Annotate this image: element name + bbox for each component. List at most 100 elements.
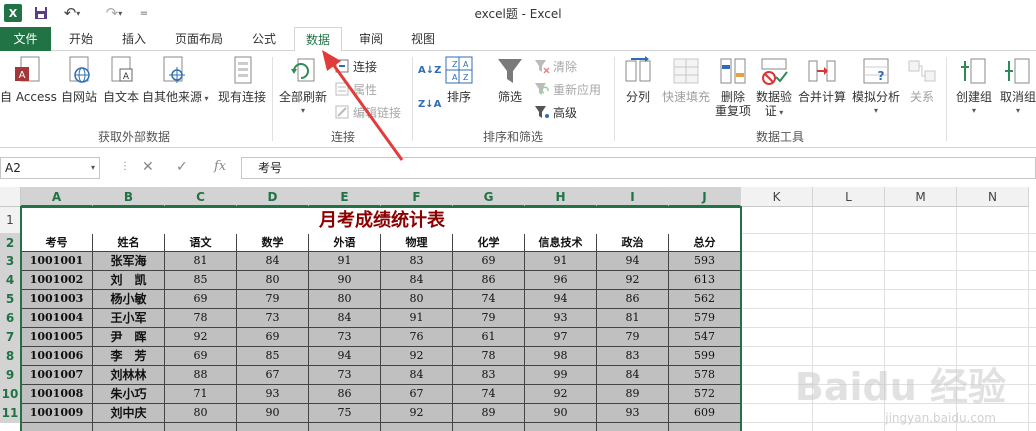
tab-formulas[interactable]: 公式 <box>240 27 288 51</box>
column-header-n[interactable]: N <box>957 187 1029 207</box>
row-header-10[interactable]: 10 <box>0 385 21 404</box>
student-name-cell[interactable]: 张军海 <box>93 252 165 271</box>
properties-button[interactable]: 属性 <box>334 80 377 98</box>
column-header-c[interactable]: C <box>165 187 237 207</box>
tab-file[interactable]: 文件 <box>0 27 51 51</box>
student-name-cell[interactable]: 朱小巧 <box>93 385 165 404</box>
from-other-sources-button[interactable]: 自其他来源 ▾ <box>142 55 209 106</box>
score-cell[interactable]: 83 <box>381 252 453 271</box>
score-cell[interactable]: 73 <box>309 366 381 385</box>
score-cell[interactable]: 92 <box>597 271 669 290</box>
column-header-m[interactable]: M <box>885 187 957 207</box>
tab-page-layout[interactable]: 页面布局 <box>166 27 232 51</box>
row-header-1[interactable]: 1 <box>0 207 21 234</box>
table-header-cell[interactable]: 信息技术 <box>525 234 597 252</box>
tab-home[interactable]: 开始 <box>57 27 105 51</box>
column-header-l[interactable]: L <box>813 187 885 207</box>
score-cell[interactable]: 69 <box>165 347 237 366</box>
score-cell[interactable]: 80 <box>237 271 309 290</box>
score-cell[interactable]: 78 <box>453 347 525 366</box>
sort-ascending-button[interactable]: A↓Z <box>418 61 441 79</box>
column-header-k[interactable]: K <box>741 187 813 207</box>
score-cell[interactable]: 84 <box>237 252 309 271</box>
sort-descending-button[interactable]: Z↓A <box>418 95 441 113</box>
clear-button[interactable]: 清除 <box>534 57 577 75</box>
score-cell[interactable]: 78 <box>165 309 237 328</box>
group-button[interactable]: 创建组 ▾ <box>952 55 996 118</box>
score-cell[interactable]: 73 <box>237 309 309 328</box>
score-cell[interactable]: 91 <box>525 252 597 271</box>
score-cell[interactable]: 93 <box>525 309 597 328</box>
student-id-cell[interactable]: 1001009 <box>21 404 93 423</box>
score-cell[interactable]: 89 <box>453 404 525 423</box>
score-cell[interactable]: 84 <box>309 309 381 328</box>
score-cell[interactable]: 613 <box>669 271 741 290</box>
score-cell[interactable]: 79 <box>237 290 309 309</box>
score-cell[interactable]: 96 <box>525 271 597 290</box>
score-cell[interactable]: 67 <box>237 366 309 385</box>
score-cell[interactable]: 69 <box>165 290 237 309</box>
name-box[interactable]: A2 ▾ <box>0 157 100 179</box>
score-cell[interactable]: 93 <box>597 404 669 423</box>
table-header-cell[interactable]: 外语 <box>309 234 381 252</box>
existing-connections-button[interactable]: 现有连接 <box>214 55 270 104</box>
tab-insert[interactable]: 插入 <box>110 27 158 51</box>
score-cell[interactable]: 578 <box>669 366 741 385</box>
column-header-g[interactable]: G <box>453 187 525 207</box>
tab-review[interactable]: 审阅 <box>347 27 395 51</box>
connections-button[interactable]: 连接 <box>334 57 377 75</box>
edit-links-button[interactable]: 编辑链接 <box>334 103 401 121</box>
tab-view[interactable]: 视图 <box>399 27 447 51</box>
row-header-11[interactable]: 11 <box>0 404 21 423</box>
row-header-2[interactable]: 2 <box>0 234 21 252</box>
score-cell[interactable]: 94 <box>309 347 381 366</box>
score-cell[interactable]: 71 <box>165 385 237 404</box>
student-name-cell[interactable]: 杨小敏 <box>93 290 165 309</box>
score-cell[interactable]: 75 <box>309 404 381 423</box>
student-id-cell[interactable]: 1001002 <box>21 271 93 290</box>
score-cell[interactable]: 593 <box>669 252 741 271</box>
score-cell[interactable]: 609 <box>669 404 741 423</box>
score-cell[interactable]: 547 <box>669 328 741 347</box>
from-access-button[interactable]: A 自 Access <box>0 55 57 104</box>
score-cell[interactable]: 69 <box>237 328 309 347</box>
score-cell[interactable]: 90 <box>525 404 597 423</box>
consolidate-button[interactable]: 合并计算 <box>796 55 848 104</box>
sheet-title-cell[interactable]: 月考成绩统计表 <box>21 207 743 234</box>
score-cell[interactable]: 92 <box>165 328 237 347</box>
score-cell[interactable]: 572 <box>669 385 741 404</box>
student-id-cell[interactable]: 1001004 <box>21 309 93 328</box>
score-cell[interactable]: 97 <box>525 328 597 347</box>
table-header-cell[interactable]: 化学 <box>453 234 525 252</box>
row-header-8[interactable]: 8 <box>0 347 21 366</box>
student-name-cell[interactable]: 刘林林 <box>93 366 165 385</box>
score-cell[interactable]: 61 <box>453 328 525 347</box>
advanced-filter-button[interactable]: 高级 <box>534 103 577 121</box>
score-cell[interactable]: 90 <box>309 271 381 290</box>
score-cell[interactable]: 67 <box>381 385 453 404</box>
from-web-button[interactable]: 自网站 <box>58 55 100 104</box>
score-cell[interactable]: 73 <box>309 328 381 347</box>
table-header-cell[interactable]: 考号 <box>21 234 93 252</box>
student-name-cell[interactable]: 李 芳 <box>93 347 165 366</box>
student-id-cell[interactable]: 1001006 <box>21 347 93 366</box>
score-cell[interactable]: 88 <box>165 366 237 385</box>
column-header-b[interactable]: B <box>93 187 165 207</box>
score-cell[interactable]: 85 <box>165 271 237 290</box>
row-header-6[interactable]: 6 <box>0 309 21 328</box>
score-cell[interactable]: 99 <box>525 366 597 385</box>
score-cell[interactable]: 92 <box>381 404 453 423</box>
score-cell[interactable]: 74 <box>453 385 525 404</box>
formula-input[interactable]: 考号 <box>241 157 1036 179</box>
table-header-cell[interactable]: 总分 <box>669 234 741 252</box>
score-cell[interactable]: 94 <box>525 290 597 309</box>
score-cell[interactable]: 74 <box>453 290 525 309</box>
student-id-cell[interactable]: 1001003 <box>21 290 93 309</box>
flash-fill-button[interactable]: 快速填充 <box>660 55 712 104</box>
score-cell[interactable]: 80 <box>165 404 237 423</box>
score-cell[interactable]: 81 <box>165 252 237 271</box>
score-cell[interactable]: 579 <box>669 309 741 328</box>
score-cell[interactable]: 91 <box>381 309 453 328</box>
insert-function-icon[interactable]: fx <box>214 159 226 174</box>
score-cell[interactable]: 562 <box>669 290 741 309</box>
